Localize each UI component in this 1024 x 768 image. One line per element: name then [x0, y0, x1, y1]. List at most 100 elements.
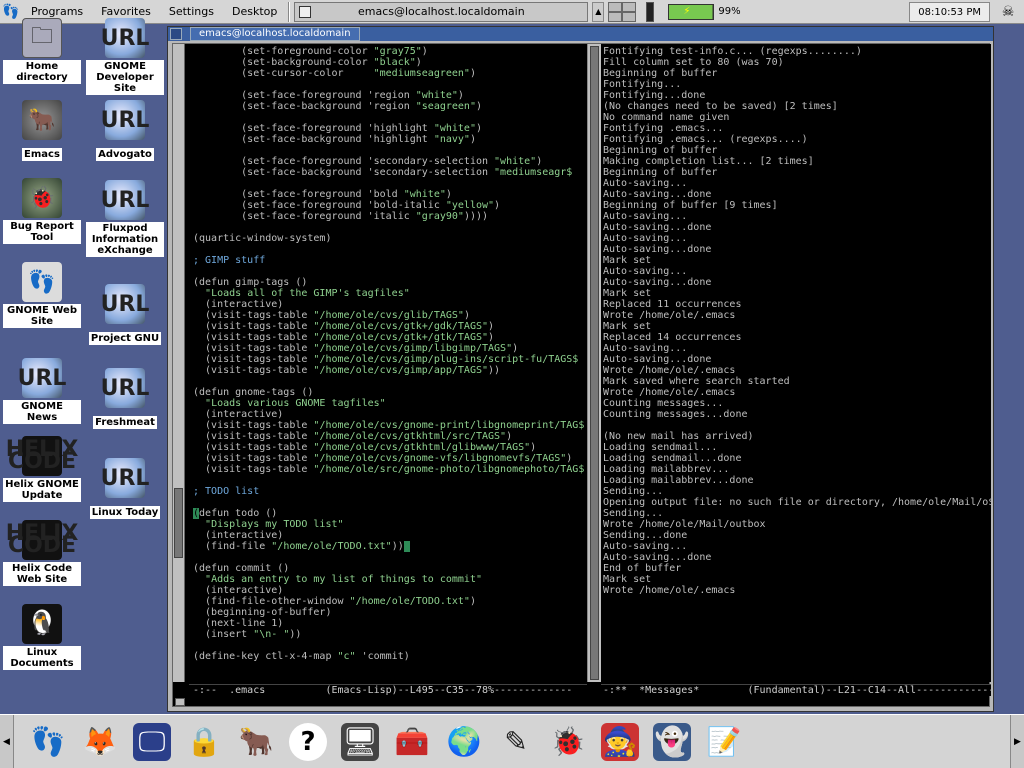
buffer-line: Beginning of buffer [603, 145, 718, 156]
window-titlebar[interactable]: emacs@localhost.localdomain [168, 27, 993, 41]
buffer-line: "Displays my TODO list" [205, 519, 344, 530]
desktop-icon-label: Bug Report Tool [3, 220, 81, 244]
buffer-line: Auto-saving... [603, 541, 688, 552]
battery-percent: 99% [718, 6, 741, 17]
buffer-line: (insert "\n- ")) [193, 629, 302, 640]
buffer-line: Wrote /home/ole/.emacs [603, 310, 736, 321]
desktop-icon-linux-today[interactable]: URL Linux Today [85, 458, 165, 519]
pager-workspace-3[interactable] [608, 11, 623, 22]
gnu-icon: 🐂 [22, 100, 62, 140]
gimp-launcher[interactable]: 🦊 [76, 718, 124, 766]
desktop-icon-label: GNOME Web Site [3, 304, 81, 328]
toolbox-launcher[interactable]: 🧰 [388, 718, 436, 766]
buffer-line: Auto-saving... [603, 211, 688, 222]
modeline-left[interactable]: -:-- .emacs (Emacs-Lisp)--L495--C35--78%… [189, 684, 587, 696]
left-scroll-thumb[interactable] [174, 488, 183, 558]
pager-workspace-2[interactable] [622, 1, 637, 12]
ghost-icon: 👻 [653, 722, 691, 761]
url-icon: URL [101, 368, 149, 408]
pager-workspace-4[interactable] [622, 11, 637, 22]
menu-settings[interactable]: Settings [160, 1, 223, 23]
foot-menu-icon[interactable]: ☠ [1000, 4, 1016, 20]
editor-launcher[interactable]: 📝 [700, 718, 748, 766]
desktop-icon-gnome-news[interactable]: URL GNOME News [2, 358, 82, 424]
panel-clock[interactable]: 08:10:53 PM [909, 1, 990, 22]
panel-hide-right-button[interactable]: ▶ [1010, 714, 1024, 768]
desktop-icon-emacs[interactable]: 🐂 Emacs [2, 100, 82, 161]
messages-buffer[interactable]: Fontifying test-info.c... (regexps......… [601, 44, 991, 682]
buffer-line [193, 475, 587, 486]
desktop-icon-fluxpod[interactable]: URL Fluxpod Information eXchange [85, 180, 165, 257]
gnu-launcher[interactable]: 🐂 [232, 718, 280, 766]
buffer-line: Mark set [603, 255, 652, 266]
buffer-line: (visit-tags-table "/home/ole/cvs/gtk+/gt… [193, 332, 495, 343]
buffer-line: (visit-tags-table "/home/ole/cvs/gimp/li… [193, 343, 519, 354]
window-icon [299, 5, 312, 18]
buffer-line: (set-face-background 'highlight "navy") [193, 134, 476, 145]
buffer-line: Auto-saving...done [603, 552, 712, 563]
desktop-icon-helix-code-web-site[interactable]: HELIX CODE Helix Code Web Site [2, 520, 82, 586]
bug-launcher[interactable]: 🐞 [544, 718, 592, 766]
left-scrollbar[interactable] [173, 44, 185, 682]
help-launcher[interactable]: ? [284, 718, 332, 766]
menu-desktop[interactable]: Desktop [223, 1, 286, 23]
wizard-launcher[interactable]: 🧙 [596, 718, 644, 766]
buffer-line: (find-file-other-window "/home/ole/TODO.… [193, 596, 476, 607]
window-title[interactable]: emacs@localhost.localdomain [190, 27, 360, 41]
buffer-line: Mark saved where search started [603, 376, 790, 387]
helix-icon: HELIX CODE [6, 520, 78, 560]
penguin-icon: 🐧 [22, 604, 62, 644]
buffer-line: Wrote /home/ole/Mail/outbox [603, 519, 766, 530]
gnome-foot-icon: 👣 [30, 725, 66, 758]
buffer-line: (next-line 1) [193, 618, 284, 629]
desktop-icon-linux-documents[interactable]: 🐧 Linux Documents [2, 604, 82, 670]
buffer-line: Auto-saving...done [603, 222, 712, 233]
right-scroll-thumb[interactable] [590, 46, 599, 680]
drawing-launcher[interactable]: ✎ [492, 718, 540, 766]
taskbar-button-emacs[interactable]: emacs@localhost.localdomain [294, 1, 589, 22]
editor-buffer-emacs[interactable]: (set-foreground-color "gray75") (set-bac… [189, 44, 587, 682]
buffer-line: Opening output file: no such file or dir… [603, 497, 991, 508]
desktop-icon-advogato[interactable]: URL Advogato [85, 100, 165, 161]
buffer-line: Counting messages...done [603, 409, 748, 420]
panel-hide-left-button[interactable]: ◀ [0, 714, 14, 768]
desktop-icon-bug-report-tool[interactable]: 🐞 Bug Report Tool [2, 178, 82, 244]
desktop-icon-label: Linux Today [89, 506, 161, 519]
buffer-line: "Adds an entry to my list of things to c… [205, 574, 482, 585]
helix-logo-line2: CODE [7, 533, 77, 558]
buffer-line: Replaced 14 occurrences [603, 332, 742, 343]
pager-workspace-1[interactable] [608, 1, 623, 12]
buffer-line [193, 79, 587, 90]
desktop-icon-label: Emacs [22, 148, 62, 161]
monitor-launcher[interactable]: 🖵 [128, 718, 176, 766]
buffer-line [193, 222, 587, 233]
buffer-line: Auto-saving...done [603, 189, 712, 200]
url-icon: URL [101, 180, 149, 220]
modeline-right[interactable]: -:** *Messages* (Fundamental)--L21--C14-… [601, 684, 991, 696]
padlock-launcher[interactable]: 🔒 [180, 718, 228, 766]
globe-launcher[interactable]: 🌍 [440, 718, 488, 766]
desktop-icon-label: Helix GNOME Update [3, 478, 81, 502]
battery-icon: ⚡ [668, 3, 715, 20]
desktop-icon-helix-gnome-update[interactable]: HELIX CODE Helix GNOME Update [2, 436, 82, 502]
desktop-icon-gnome-developer-site[interactable]: URL GNOME Developer Site [85, 18, 165, 95]
gnome-foot-launcher[interactable]: 👣 [24, 718, 72, 766]
drawing-icon: ✎ [504, 725, 528, 758]
tasklist-arrow-icon[interactable]: ▲ [592, 1, 605, 22]
buffer-line: (interactive) [193, 409, 284, 420]
buffer-line: (beginning-of-buffer) [193, 607, 332, 618]
desktop-icon-home-directory[interactable]: 🗀 Home directory [2, 18, 82, 84]
pager[interactable] [608, 1, 637, 22]
window-menu-icon[interactable] [170, 28, 182, 40]
right-scrollbar[interactable] [587, 44, 601, 682]
buffer-line: (No changes need to be saved) [2 times] [603, 101, 838, 112]
desktop-icon-freshmeat[interactable]: URL Freshmeat [85, 368, 165, 429]
terminal-launcher[interactable]: 🖥 [336, 718, 384, 766]
desktop-icon-project-gnu[interactable]: URL Project GNU [85, 284, 165, 345]
buffer-line: Fontifying .emacs... [603, 123, 724, 134]
ghost-launcher[interactable]: 👻 [648, 718, 696, 766]
monitor-icon: 🖵 [133, 722, 171, 761]
minibuffer[interactable] [173, 698, 989, 706]
buffer-line: Sending... [603, 508, 664, 519]
desktop-icon-gnome-web-site[interactable]: 👣 GNOME Web Site [2, 262, 82, 328]
